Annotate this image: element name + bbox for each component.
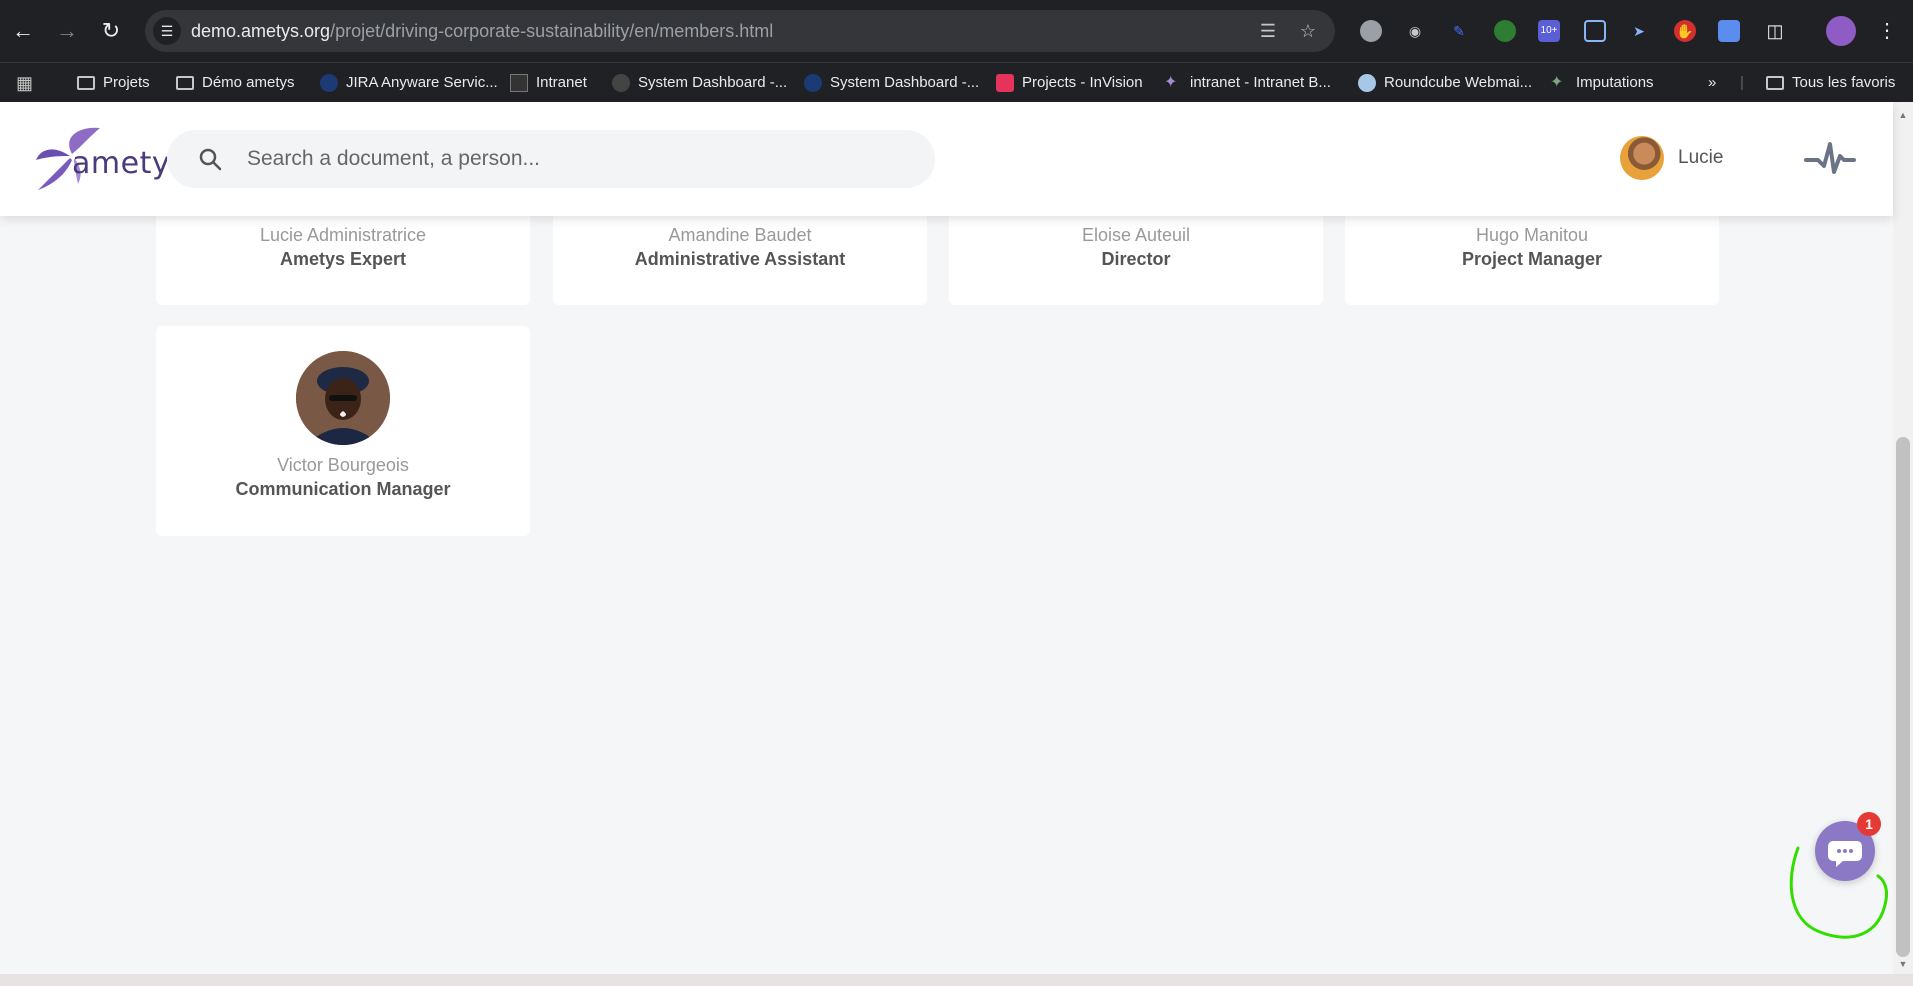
bookmarks-divider: |: [1740, 74, 1744, 91]
apps-icon[interactable]: ▦: [16, 71, 33, 95]
ametys-logo[interactable]: ametys: [32, 126, 186, 192]
member-name: Amandine Baudet: [668, 225, 812, 245]
member-photo-icon: [296, 351, 390, 445]
member-role: Communication Manager: [235, 479, 451, 499]
member-name: Victor Bourgeois: [277, 455, 409, 475]
activity-pulse-icon[interactable]: [1804, 136, 1856, 180]
star-icon[interactable]: ☆: [1297, 20, 1319, 42]
bookmark-projets[interactable]: Projets: [77, 71, 150, 95]
search-input[interactable]: [247, 130, 907, 188]
ametys-icon: ✦: [1550, 74, 1564, 91]
page-scrollbar[interactable]: ▲ ▼: [1893, 102, 1913, 974]
intranet-icon: [510, 74, 528, 92]
member-name: Hugo Manitou: [1475, 225, 1589, 245]
browser-toolbar: ← → ↻ ☰ demo.ametys.org/projet/driving-c…: [0, 0, 1913, 62]
member-role: Ametys Expert: [279, 249, 407, 269]
url-text[interactable]: demo.ametys.org/projet/driving-corporate…: [191, 21, 773, 42]
bookmark-intranet-b[interactable]: ✦ intranet - Intranet B...: [1164, 71, 1331, 95]
member-avatar: [296, 351, 390, 445]
member-role: Administrative Assistant: [634, 249, 846, 269]
folder-icon: [176, 76, 194, 90]
member-name: Lucie Administratrice: [259, 225, 427, 245]
member-card[interactable]: Victor Bourgeois Communication Manager: [156, 326, 530, 536]
forward-icon[interactable]: →: [52, 16, 82, 46]
invision-icon: [996, 74, 1014, 92]
adblock-icon[interactable]: ✋: [1674, 20, 1696, 42]
extensions-icon[interactable]: ◫: [1764, 20, 1786, 42]
user-menu[interactable]: Lucie: [1620, 136, 1723, 180]
color-picker-icon[interactable]: [1494, 20, 1516, 42]
member-role: Project Manager: [1461, 249, 1603, 269]
menu-icon[interactable]: ⋮: [1876, 20, 1898, 42]
user-avatar: [1620, 136, 1664, 180]
bookmarks-bar: ▦ Projets Démo ametys JIRA Anyware Servi…: [0, 62, 1913, 102]
member-role: Director: [1101, 249, 1171, 269]
docs-icon[interactable]: [1718, 20, 1740, 42]
tv-icon[interactable]: 10+: [1538, 20, 1560, 42]
screen-capture-icon[interactable]: [1584, 20, 1606, 42]
bookmark-imputations[interactable]: ✦ Imputations: [1550, 71, 1654, 95]
site-header: ametys Lucie: [0, 102, 1893, 216]
bookmark-demo-ametys[interactable]: Démo ametys: [176, 71, 295, 95]
bookmark-invision[interactable]: Projects - InVision: [996, 71, 1143, 95]
bookmark-system-dashboard-2[interactable]: System Dashboard -...: [804, 71, 979, 95]
translate-icon[interactable]: ☰: [1257, 20, 1279, 42]
scroll-down-icon[interactable]: ▼: [1898, 959, 1908, 969]
scrollbar-thumb[interactable]: [1896, 437, 1910, 957]
scroll-up-icon[interactable]: ▲: [1898, 110, 1908, 120]
bookmark-jira[interactable]: JIRA Anyware Servic...: [320, 71, 498, 95]
roundcube-icon: [1358, 74, 1376, 92]
bookmark-intranet[interactable]: Intranet: [510, 71, 587, 95]
search-bar[interactable]: [167, 130, 935, 188]
folder-icon: [1766, 76, 1784, 90]
bookmark-roundcube[interactable]: Roundcube Webmai...: [1358, 71, 1532, 95]
ametys-icon: ✦: [1164, 74, 1178, 91]
jira-icon: [804, 74, 822, 92]
search-icon: [199, 148, 222, 171]
extension-icon[interactable]: [1360, 20, 1382, 42]
all-bookmarks-folder[interactable]: Tous les favoris: [1766, 71, 1895, 95]
member-name: Eloise Auteuil: [1081, 225, 1191, 245]
taskbar-edge: [0, 974, 1913, 986]
bookmark-system-dashboard-1[interactable]: System Dashboard -...: [612, 71, 787, 95]
chat-notification-badge: 1: [1857, 812, 1881, 836]
back-icon[interactable]: ←: [8, 16, 38, 46]
more-bookmarks-button[interactable]: »: [1708, 71, 1716, 95]
reload-icon[interactable]: ↻: [96, 16, 126, 46]
dashboard-icon: [612, 74, 630, 92]
user-name: Lucie: [1678, 147, 1724, 168]
camera-icon[interactable]: ◉: [1404, 20, 1426, 42]
address-bar[interactable]: ☰ demo.ametys.org/projet/driving-corpora…: [145, 10, 1335, 52]
cursor-icon[interactable]: ➤: [1628, 20, 1650, 42]
folder-icon: [77, 76, 95, 90]
jira-icon: [320, 74, 338, 92]
profile-icon[interactable]: [1826, 16, 1856, 46]
site-info-icon[interactable]: ☰: [153, 17, 181, 45]
pen-icon[interactable]: ✎: [1448, 20, 1470, 42]
